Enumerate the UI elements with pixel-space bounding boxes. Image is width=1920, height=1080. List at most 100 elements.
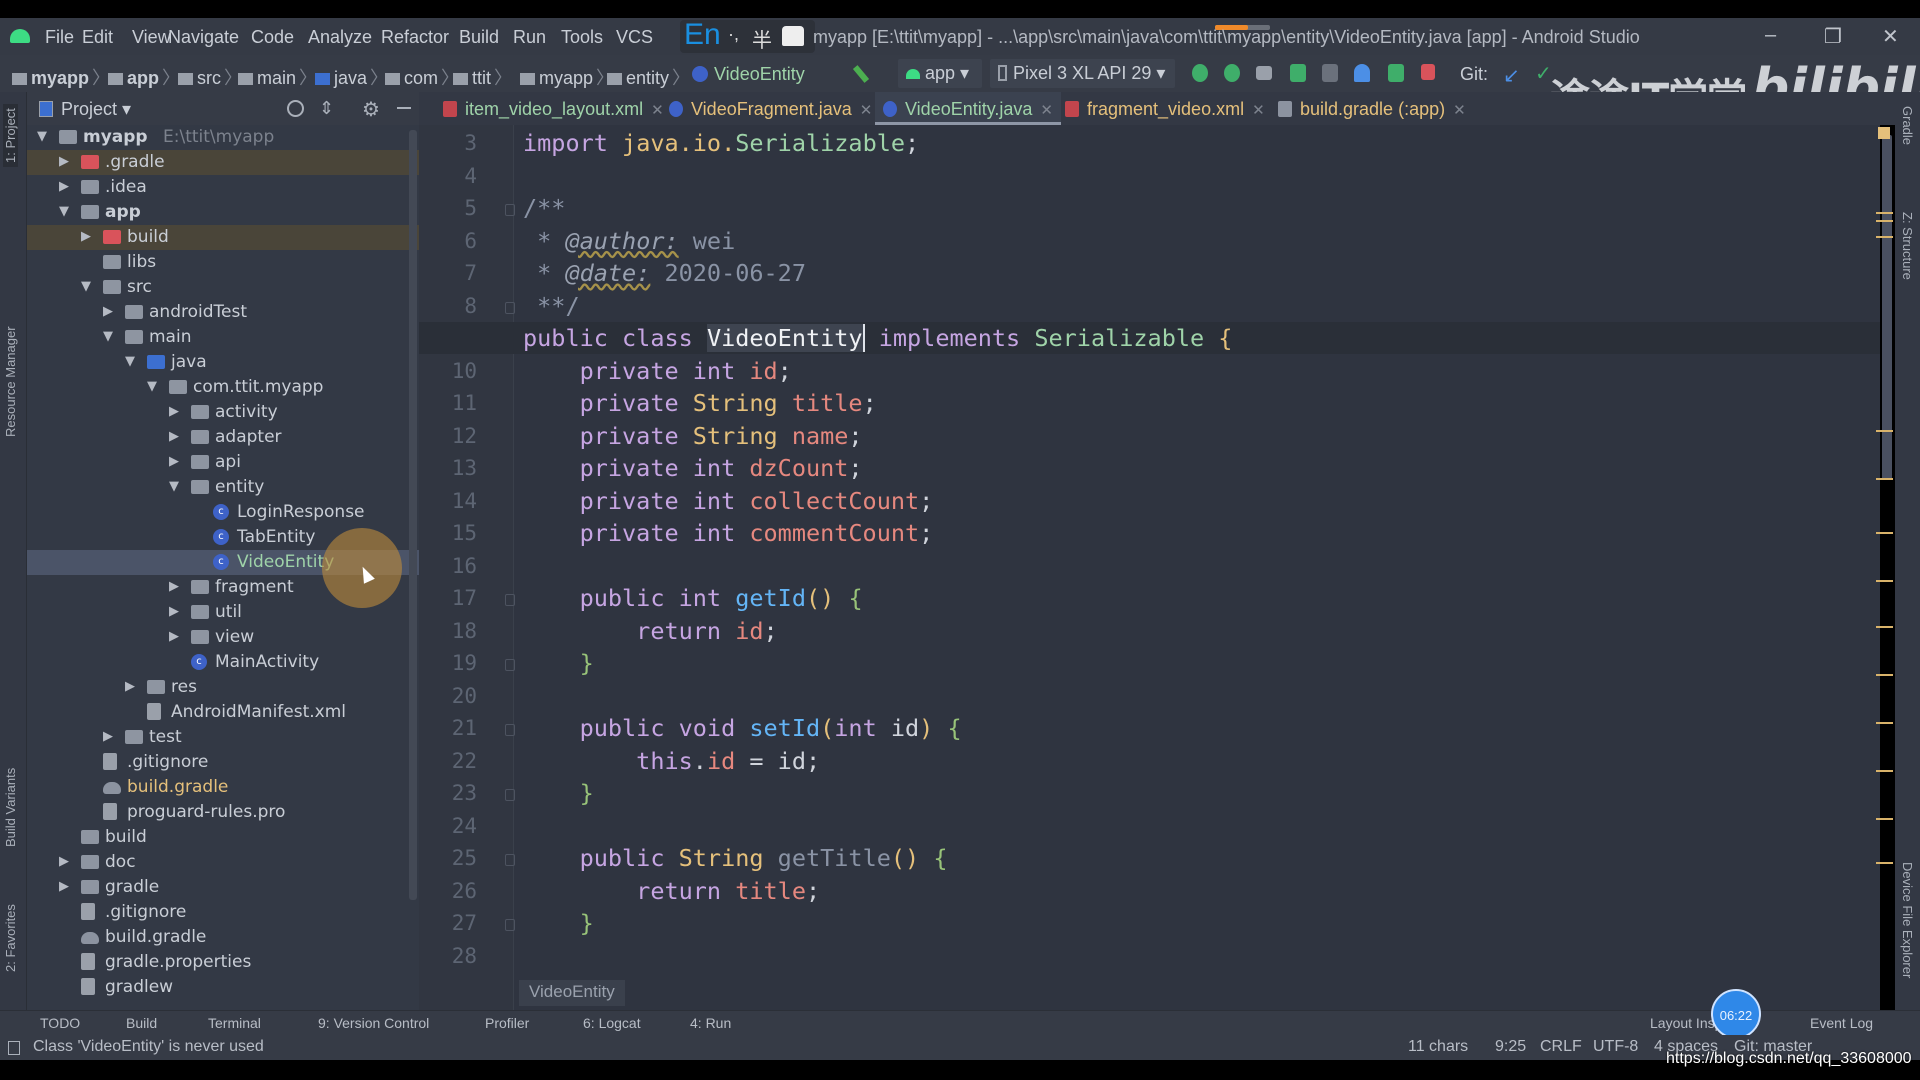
tool-terminal[interactable]: Terminal (208, 1015, 261, 1031)
build-variants-button[interactable]: Build Variants (3, 768, 18, 847)
code-line[interactable]: private String name; (523, 422, 863, 450)
tree-item-gradle[interactable]: ▶ gradle (27, 875, 419, 900)
code-line[interactable]: * @date: 2020-06-27 (523, 259, 806, 287)
tree-item-com-ttit-myapp[interactable]: ▼ com.ttit.myapp (27, 375, 419, 400)
tool-6-logcat[interactable]: 6: Logcat (583, 1015, 641, 1031)
editor-scrollbar[interactable] (1882, 135, 1892, 480)
status-encoding[interactable]: UTF-8 (1593, 1038, 1638, 1056)
structure-tool-button[interactable]: Z: Structure (1900, 212, 1915, 280)
tree-item-doc[interactable]: ▶ doc (27, 850, 419, 875)
tree-item-view[interactable]: ▶ view (27, 625, 419, 650)
collapsed-arrow-icon[interactable]: ▶ (59, 854, 69, 869)
collapsed-arrow-icon[interactable]: ▶ (169, 429, 179, 444)
tree-item-api[interactable]: ▶ api (27, 450, 419, 475)
menu-build[interactable]: Build (459, 27, 499, 48)
tree-item-entity[interactable]: ▼ entity (27, 475, 419, 500)
breadcrumb-item[interactable]: app 〉 (108, 64, 180, 90)
code-line[interactable]: import java.io.Serializable; (523, 129, 919, 157)
status-position[interactable]: 9:25 (1495, 1038, 1526, 1056)
resource-manager-button[interactable]: Resource Manager (3, 326, 18, 437)
tree-item--gitignore[interactable]: .gitignore (27, 750, 419, 775)
breadcrumb-item[interactable]: VideoEntity (692, 64, 805, 85)
tab-close-icon[interactable]: ✕ (1252, 102, 1265, 119)
restore-button[interactable]: ❐ (1824, 24, 1842, 49)
editor-tab[interactable]: fragment_video.xml ✕ (1057, 92, 1273, 125)
tool-build[interactable]: Build (126, 1015, 157, 1031)
menu-analyze[interactable]: Analyze (308, 27, 372, 48)
project-tool-button[interactable]: 1: Project (3, 104, 18, 167)
apply-code-changes-icon[interactable] (1224, 64, 1240, 82)
expanded-arrow-icon[interactable]: ▼ (37, 129, 47, 144)
apply-changes-icon[interactable] (1192, 64, 1208, 82)
menu-refactor[interactable]: Refactor (381, 27, 449, 48)
tree-item-mainactivity[interactable]: c MainActivity (27, 650, 419, 675)
breadcrumb-item[interactable]: main 〉 (238, 64, 317, 90)
ime-lang[interactable]: En (684, 18, 721, 52)
editor-tab[interactable]: VideoEntity.java ✕ (875, 92, 1061, 125)
menu-code[interactable]: Code (251, 27, 294, 48)
tool-profiler[interactable]: Profiler (485, 1015, 529, 1031)
gradle-tool-button[interactable]: Gradle (1900, 106, 1915, 145)
git-update-icon[interactable]: ↙ (1503, 63, 1520, 88)
expanded-arrow-icon[interactable]: ▼ (125, 354, 135, 369)
code-line[interactable]: return id; (523, 617, 778, 645)
breadcrumb-item[interactable]: myapp 〉 (520, 64, 614, 90)
code-line[interactable]: public String getTitle() { (523, 844, 948, 872)
menu-tools[interactable]: Tools (561, 27, 603, 48)
collapsed-arrow-icon[interactable]: ▶ (169, 629, 179, 644)
code-line[interactable]: this.id = id; (523, 747, 820, 775)
menu-edit[interactable]: Edit (82, 27, 113, 48)
project-view-dropdown[interactable]: Project ▾ (61, 99, 131, 120)
code-line[interactable]: return title; (523, 877, 820, 905)
tree-item-myapp[interactable]: ▼ myapp E:\ttit\myapp (27, 125, 419, 150)
breadcrumb-item[interactable]: java 〉 (315, 64, 388, 90)
breadcrumb-item[interactable]: ttit 〉 (453, 64, 512, 90)
code-line[interactable]: public int getId() { (523, 584, 863, 612)
tree-item-build-gradle[interactable]: build.gradle (27, 775, 419, 800)
run-config-dropdown[interactable]: app ▾ (898, 59, 982, 88)
tree-item-build[interactable]: ▶ build (27, 225, 419, 250)
menu-run[interactable]: Run (513, 27, 546, 48)
tree-item-libs[interactable]: libs (27, 250, 419, 275)
tree-item-test[interactable]: ▶ test (27, 725, 419, 750)
build-hammer-icon[interactable] (852, 65, 870, 83)
code-line[interactable]: public void setId(int id) { (523, 714, 962, 742)
expanded-arrow-icon[interactable]: ▼ (169, 479, 179, 494)
code-line[interactable]: private int collectCount; (523, 487, 934, 515)
collapsed-arrow-icon[interactable]: ▶ (169, 579, 179, 594)
editor-tab[interactable]: VideoFragment.java ✕ (661, 92, 880, 125)
device-file-explorer-button[interactable]: Device File Explorer (1900, 862, 1915, 978)
code-line[interactable]: } (523, 909, 594, 937)
code-line[interactable]: public class VideoEntity implements Seri… (523, 324, 1232, 352)
tree-item-src[interactable]: ▼ src (27, 275, 419, 300)
collapse-all-icon[interactable]: ⇕ (319, 98, 334, 119)
collapsed-arrow-icon[interactable]: ▶ (169, 404, 179, 419)
tool-4-run[interactable]: 4: Run (690, 1015, 731, 1031)
code-line[interactable]: private int id; (523, 357, 792, 385)
tab-close-icon[interactable]: ✕ (1453, 102, 1466, 119)
collapsed-arrow-icon[interactable]: ▶ (125, 679, 135, 694)
code-line[interactable]: private String title; (523, 389, 877, 417)
tree-item--gradle[interactable]: ▶ .gradle (27, 150, 419, 175)
profile-icon[interactable] (1354, 64, 1370, 82)
tab-close-icon[interactable]: ✕ (1040, 102, 1053, 119)
collapsed-arrow-icon[interactable]: ▶ (81, 229, 91, 244)
ime-width[interactable]: 半 (752, 24, 772, 53)
collapsed-arrow-icon[interactable]: ▶ (103, 729, 113, 744)
tool-event-log[interactable]: Event Log (1810, 1015, 1873, 1031)
collapsed-arrow-icon[interactable]: ▶ (103, 304, 113, 319)
collapsed-arrow-icon[interactable]: ▶ (169, 604, 179, 619)
tree-item-androidtest[interactable]: ▶ androidTest (27, 300, 419, 325)
close-button[interactable]: ✕ (1882, 24, 1899, 49)
attach-debugger-icon[interactable] (1388, 64, 1404, 82)
ime-punct[interactable]: ·, (728, 24, 739, 45)
menu-navigate[interactable]: Navigate (168, 27, 239, 48)
tree-item-proguard-rules-pro[interactable]: proguard-rules.pro (27, 800, 419, 825)
expanded-arrow-icon[interactable]: ▼ (59, 204, 69, 219)
debug-icon[interactable] (1290, 64, 1306, 82)
tree-item-res[interactable]: ▶ res (27, 675, 419, 700)
menu-view[interactable]: View (132, 27, 171, 48)
tree-scrollbar[interactable] (409, 130, 417, 900)
code-line[interactable]: private int commentCount; (523, 519, 934, 547)
tree-item-gradle-properties[interactable]: gradle.properties (27, 950, 419, 975)
